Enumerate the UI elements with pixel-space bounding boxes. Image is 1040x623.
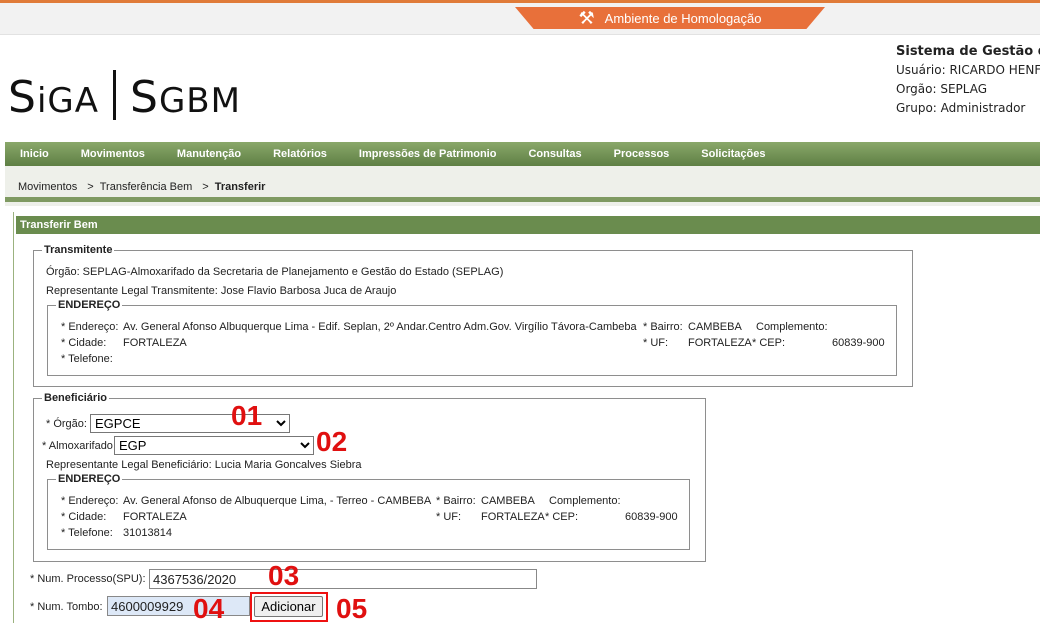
- tombo-input[interactable]: [107, 596, 250, 616]
- menu-item-manutencao[interactable]: Manutenção: [177, 148, 241, 160]
- transmitente-cidade-label: * Cidade:: [61, 337, 107, 349]
- transmitente-cidade-value: FORTALEZA: [123, 337, 187, 349]
- beneficiario-representante: Representante Legal Beneficiário: Lucia …: [46, 459, 362, 471]
- menu-item-inicio[interactable]: Inicio: [20, 148, 49, 160]
- menu-item-solicitacoes[interactable]: Solicitações: [701, 148, 765, 160]
- breadcrumb-current: Transferir: [214, 181, 266, 193]
- transmitente-cep-value: 60839-900: [832, 337, 885, 349]
- system-info: Sistema de Gestão de Usuário: RICARDO HE…: [896, 42, 1040, 118]
- beneficiario-telefone-value: 31013814: [123, 527, 172, 539]
- transmitente-bairro-value: CAMBEBA: [688, 321, 742, 333]
- annotation-04: 04: [193, 593, 225, 623]
- transmitente-bairro-label: * Bairro:: [643, 321, 683, 333]
- beneficiario-endereco-label: * Endereço:: [61, 495, 119, 507]
- environment-bar: ⚒ Ambiente de Homologação: [0, 3, 1040, 35]
- beneficiario-cep-label: * CEP:: [545, 511, 579, 523]
- beneficiario-almox-label: * Almoxarifado: [42, 440, 113, 452]
- transmitente-uf-value: FORTALEZA: [688, 337, 752, 349]
- menu-item-movimentos[interactable]: Movimentos: [81, 148, 145, 160]
- breadcrumb-divider: [5, 197, 1040, 202]
- annotation-01: 01: [231, 400, 263, 431]
- beneficiario-cep-value: 60839-900: [625, 511, 678, 523]
- beneficiario-cidade-value: FORTALEZA: [123, 511, 187, 523]
- transmitente-endereco-label: * Endereço:: [61, 321, 119, 333]
- menu-item-relatorios[interactable]: Relatórios: [273, 148, 327, 160]
- beneficiario-uf-label: * UF:: [436, 511, 462, 523]
- beneficiario-complemento-label: Complemento:: [549, 495, 621, 507]
- beneficiario-orgao-label: * Órgão:: [46, 418, 87, 430]
- beneficiario-legend: Beneficiário: [44, 392, 107, 404]
- beneficiario-cidade-label: * Cidade:: [61, 511, 107, 523]
- processo-label: * Num. Processo(SPU):: [30, 573, 146, 585]
- panel-title: Transferir Bem: [16, 216, 1040, 234]
- transmitente-endereco-value: Av. General Afonso Albuquerque Lima - Ed…: [123, 321, 637, 333]
- beneficiario-bairro-value: CAMBEBA: [481, 495, 535, 507]
- group-info: Grupo: Administrador: [896, 101, 1026, 115]
- transmitente-representante: Representante Legal Transmitente: Jose F…: [46, 285, 397, 297]
- tools-icon: ⚒: [578, 8, 595, 28]
- annotation-03: 03: [268, 560, 300, 591]
- transmitente-uf-label: * UF:: [643, 337, 669, 349]
- beneficiario-endereco-value: Av. General Afonso de Albuquerque Lima, …: [123, 495, 432, 507]
- transmitente-telefone-label: * Telefone:: [61, 353, 113, 365]
- menu-item-impressoes[interactable]: Impressões de Patrimonio: [359, 148, 497, 160]
- transmitente-complemento-label: Complemento:: [756, 321, 828, 333]
- transmitente-endereco-legend: ENDEREÇO: [58, 299, 121, 311]
- system-title: Sistema de Gestão de: [896, 44, 1040, 59]
- almoxarifado-select[interactable]: EGP: [114, 436, 314, 455]
- annotation-02: 02: [316, 426, 348, 457]
- beneficiario-bairro-label: * Bairro:: [436, 495, 476, 507]
- beneficiario-uf-value: FORTALEZA: [481, 511, 545, 523]
- breadcrumb-transferencia[interactable]: Transferência Bem: [100, 181, 193, 193]
- menu-item-consultas[interactable]: Consultas: [528, 148, 581, 160]
- breadcrumb: Movimentos > Transferência Bem > Transferir: [18, 181, 266, 193]
- environment-label: Ambiente de Homologação: [604, 10, 762, 26]
- beneficiario-telefone-label: * Telefone:: [61, 527, 113, 539]
- environment-badge: ⚒ Ambiente de Homologação: [515, 7, 825, 29]
- org-info: Orgão: SEPLAG: [896, 82, 988, 96]
- user-info: Usuário: RICARDO HENF: [896, 63, 1040, 77]
- transmitente-cep-label: * CEP:: [752, 337, 786, 349]
- processo-input[interactable]: [149, 569, 537, 589]
- menu-item-processos[interactable]: Processos: [614, 148, 670, 160]
- adicionar-button[interactable]: Adicionar: [254, 596, 323, 617]
- app-logo: SiGA SGBM: [8, 70, 241, 123]
- breadcrumb-movimentos[interactable]: Movimentos: [18, 181, 77, 193]
- transmitente-legend: Transmitente: [44, 244, 113, 256]
- transmitente-orgao: Órgão: SEPLAG-Almoxarifado da Secretaria…: [46, 266, 504, 278]
- beneficiario-endereco-legend: ENDEREÇO: [58, 473, 121, 485]
- main-menu: Inicio Movimentos Manutenção Relatórios …: [5, 142, 1040, 166]
- annotation-05: 05: [336, 593, 368, 623]
- breadcrumb-area: Movimentos > Transferência Bem > Transferir: [5, 166, 1040, 206]
- tombo-label: * Num. Tombo:: [30, 601, 103, 613]
